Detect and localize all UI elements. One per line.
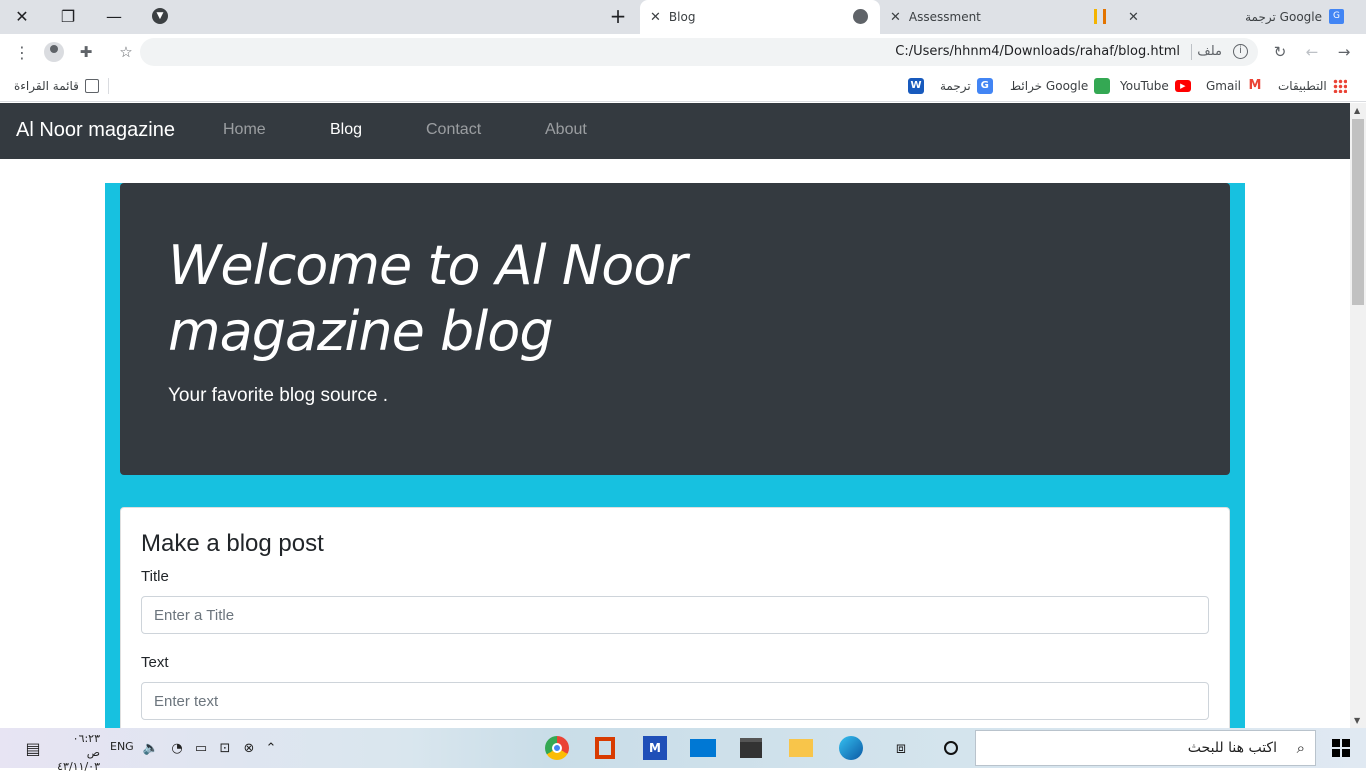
forward-arrow-icon[interactable]: → [1332, 40, 1356, 64]
language-indicator[interactable]: ENG [110, 740, 134, 753]
address-bar[interactable]: C:/Users/hhnm4/Downloads/rahaf/blog.html… [140, 38, 1258, 66]
tab-label: ترجمة Google [1245, 10, 1322, 24]
google-translate-icon: G [1329, 9, 1344, 24]
bookmark-translate[interactable]: ترجمة G [940, 76, 993, 96]
clock-date: ٤٣/١١/٠٣ [57, 760, 100, 773]
profile-icon[interactable] [42, 40, 66, 64]
nav-link-contact[interactable]: Contact [426, 121, 481, 139]
site-navbar: Al Noor magazine Home Blog Contact About [0, 103, 1350, 159]
bookmark-word[interactable]: W [908, 76, 924, 96]
bookmark-apps[interactable]: التطبيقات [1278, 76, 1347, 96]
word-icon: W [908, 78, 924, 94]
bookmarks-bar: قائمة القراءة W ترجمة G خرائط Google You… [0, 70, 1366, 102]
bookmark-label: ترجمة [940, 79, 971, 93]
app-taskbar-icon[interactable]: M [640, 734, 670, 762]
bookmark-label: YouTube [1120, 79, 1169, 93]
task-view-icon[interactable]: ⧈ [886, 734, 916, 762]
hero-jumbotron: Welcome to Al Noor magazine blog Your fa… [120, 183, 1230, 475]
text-label: Text [141, 654, 169, 671]
mail-taskbar-icon[interactable] [688, 734, 718, 762]
cortana-icon[interactable] [936, 734, 966, 762]
bookmark-label: التطبيقات [1278, 79, 1327, 93]
address-prefix: ملف [1197, 44, 1222, 59]
taskbar-search[interactable]: اكتب هنا للبحث ⌕ [975, 730, 1316, 766]
reading-list-icon [84, 79, 99, 93]
apps-grid-icon [1332, 79, 1347, 93]
tab-blog[interactable]: ✕ Blog [640, 0, 880, 34]
close-tab-icon[interactable]: ✕ [890, 10, 901, 25]
page-viewport: Al Noor magazine Home Blog Contact About… [0, 103, 1350, 728]
tab-google-translate[interactable]: ✕ ترجمة Google G [1122, 0, 1366, 34]
close-window-icon[interactable]: ✕ [0, 0, 44, 32]
scroll-up-icon[interactable]: ▲ [1354, 106, 1360, 115]
nav-link-home[interactable]: Home [223, 121, 266, 139]
bookmark-maps[interactable]: خرائط Google [1010, 76, 1111, 96]
nav-link-blog[interactable]: Blog [330, 121, 362, 139]
page-scrollbar[interactable]: ▲ ▼ [1350, 103, 1366, 728]
menu-kebab-icon[interactable]: ⋮ [10, 40, 34, 64]
tab-assessment[interactable]: ✕ Assessment [882, 0, 1120, 34]
title-label: Title [141, 568, 169, 585]
restore-window-icon[interactable]: ❐ [46, 0, 90, 32]
bookmark-gmail[interactable]: Gmail M [1206, 76, 1264, 96]
file-explorer-taskbar-icon[interactable] [786, 734, 816, 762]
bookmark-divider [108, 78, 109, 94]
windows-start-icon[interactable] [1326, 734, 1356, 762]
reload-icon[interactable]: ↻ [1268, 40, 1292, 64]
form-heading: Make a blog post [141, 530, 324, 557]
show-hidden-icons[interactable]: ⌃ [256, 734, 286, 762]
edge-taskbar-icon[interactable] [836, 734, 866, 762]
blog-post-form-card: Make a blog post Title Text [120, 507, 1230, 728]
store-taskbar-icon[interactable] [736, 734, 766, 762]
bookmark-label: Gmail [1206, 79, 1242, 93]
gmail-icon: M [1247, 78, 1264, 94]
globe-icon [853, 9, 868, 24]
close-tab-icon[interactable]: ✕ [650, 10, 661, 25]
windows-taskbar: ▤ ٠٦:٢٣ ص ٤٣/١١/٠٣ ENG 🔈 ◔ ▭ ⊡ ⊗ ⌃ M ⧈ ا… [0, 728, 1366, 773]
site-info-icon[interactable]: i [1233, 44, 1248, 59]
new-tab-icon[interactable]: + [596, 0, 640, 32]
close-tab-icon[interactable]: ✕ [1128, 10, 1139, 25]
search-icon: ⌕ [1296, 739, 1305, 757]
browser-toolbar: ⋮ ✚ ☆ ⧉ C:/Users/hhnm4/Downloads/rahaf/b… [0, 34, 1366, 70]
address-divider [1191, 44, 1192, 60]
google-maps-icon [1094, 78, 1111, 94]
title-input[interactable] [141, 596, 1209, 634]
chrome-taskbar-icon[interactable] [542, 734, 572, 762]
extensions-icon[interactable]: ✚ [74, 40, 98, 64]
bookmark-label: خرائط Google [1010, 79, 1089, 93]
address-url: C:/Users/hhnm4/Downloads/rahaf/blog.html [895, 44, 1180, 59]
content-container: Welcome to Al Noor magazine blog Your fa… [105, 183, 1245, 728]
clock-time: ٠٦:٢٣ ص [72, 732, 100, 759]
tab-label: Blog [668, 10, 696, 24]
back-arrow-icon[interactable]: ← [1300, 40, 1324, 64]
site-brand[interactable]: Al Noor magazine [16, 119, 175, 142]
google-translate-icon: G [976, 78, 993, 94]
reading-list-label: قائمة القراءة [14, 79, 79, 93]
hero-title: Welcome to Al Noor magazine blog [168, 234, 688, 363]
reading-list[interactable]: قائمة القراءة [14, 76, 99, 96]
scroll-down-icon[interactable]: ▼ [1354, 716, 1360, 725]
minimize-window-icon[interactable]: — [92, 0, 136, 32]
nav-link-about[interactable]: About [545, 121, 587, 139]
scroll-thumb[interactable] [1352, 119, 1364, 305]
browser-tab-strip: ✕ ❐ — ▼ + ✕ Blog ✕ Assessment ✕ ترجمة Go… [0, 0, 1366, 34]
tab-label: Assessment [908, 10, 981, 24]
notifications-icon[interactable]: ▤ [18, 734, 48, 762]
tab-search-icon[interactable]: ▼ [138, 0, 182, 32]
office-taskbar-icon[interactable] [590, 734, 620, 762]
bookmark-youtube[interactable]: YouTube ▶ [1120, 76, 1191, 96]
analytics-icon [1094, 9, 1106, 24]
bookmark-star-icon[interactable]: ☆ [114, 40, 138, 64]
hero-lead: Your favorite blog source . [168, 385, 389, 406]
search-placeholder: اكتب هنا للبحث [1187, 740, 1277, 756]
youtube-icon: ▶ [1174, 80, 1191, 92]
text-input[interactable] [141, 682, 1209, 720]
